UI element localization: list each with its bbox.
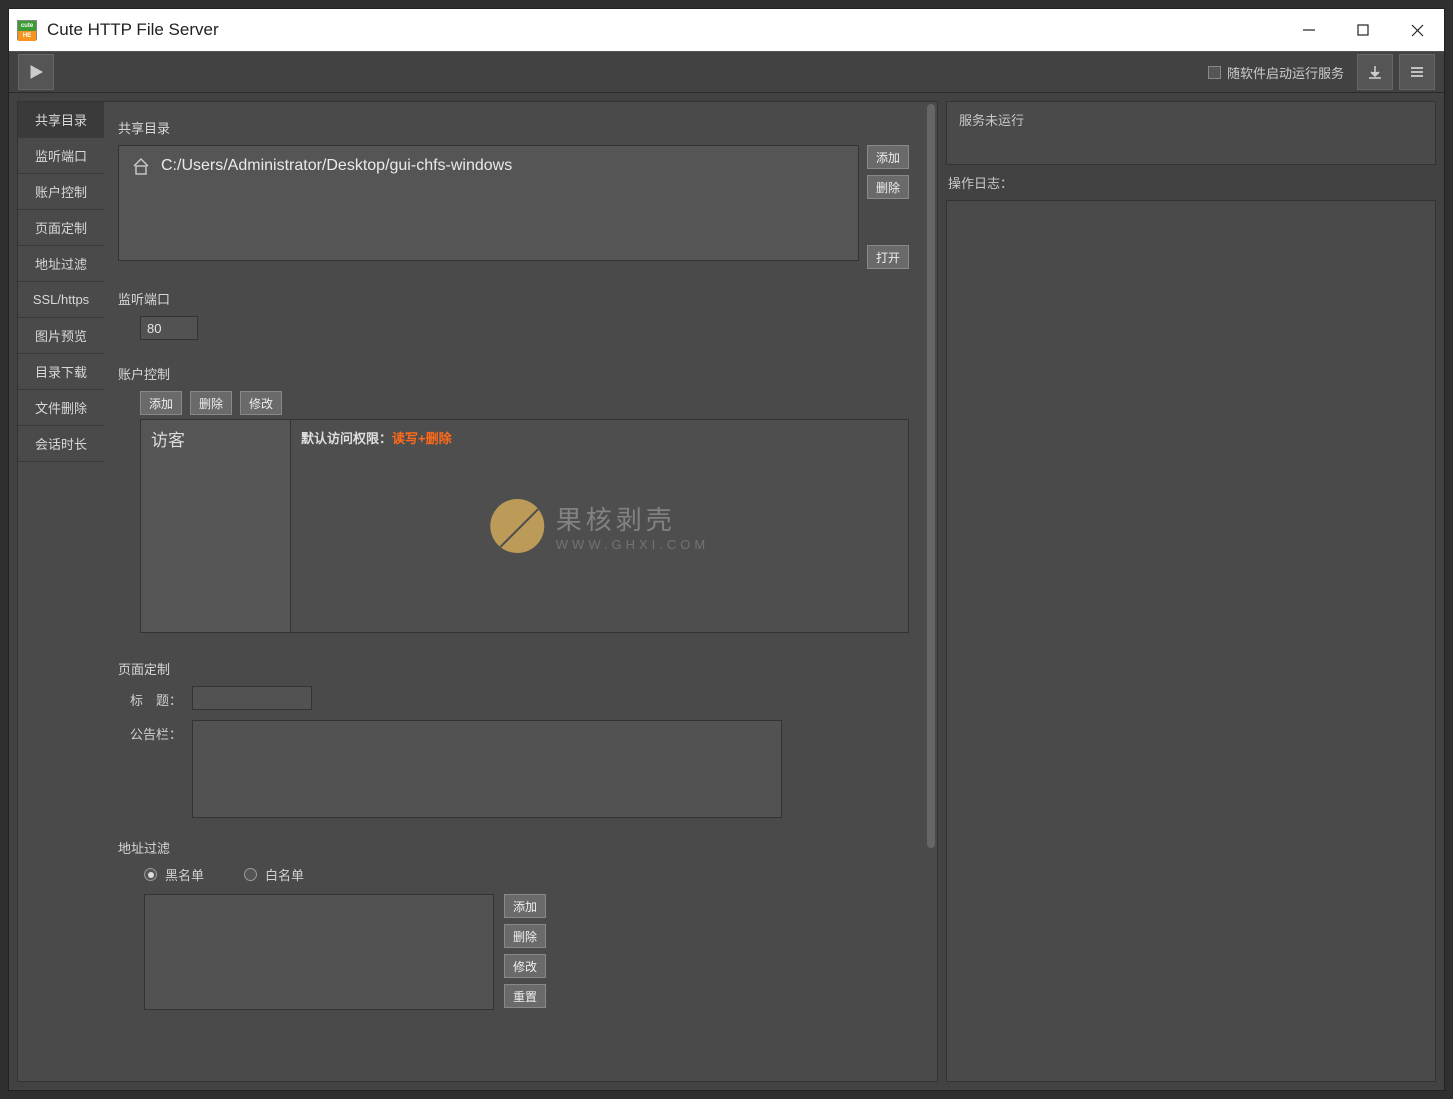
title-input[interactable] [192,686,312,710]
notice-textarea[interactable] [192,720,782,818]
account-detail: 默认访问权限：读写+删除 果核剥壳 WWW.GHXI.COM [291,420,908,632]
whitelist-label: 白名单 [265,865,304,884]
autostart-checkbox[interactable]: 随软件启动运行服务 [1208,63,1344,82]
share-dir-path: C:/Users/Administrator/Desktop/gui-chfs-… [161,157,512,175]
content-area: 共享目录 C:/Users/Administrator/Desktop/gui-… [104,102,937,1081]
maximize-button[interactable] [1336,9,1390,51]
filter-list[interactable] [144,894,494,1010]
port-input[interactable] [140,316,198,340]
filter-add-button[interactable]: 添加 [504,894,546,918]
log-box[interactable] [946,200,1436,1082]
filter-delete-button[interactable]: 删除 [504,924,546,948]
sidebar-item-image-preview[interactable]: 图片预览 [18,318,104,354]
filter-edit-button[interactable]: 修改 [504,954,546,978]
app-icon: cuteHE [17,20,37,40]
filter-reset-button[interactable]: 重置 [504,984,546,1008]
perm-value: 读写+删除 [392,431,452,446]
main-panel: 共享目录 监听端口 账户控制 页面定制 地址过滤 SSL/https 图片预览 … [17,101,938,1082]
scrollbar[interactable] [927,104,935,848]
share-dir-item[interactable]: C:/Users/Administrator/Desktop/gui-chfs-… [125,152,852,180]
status-box: 服务未运行 [946,101,1436,165]
sidebar-item-file-delete[interactable]: 文件删除 [18,390,104,426]
perm-label: 默认访问权限： [301,431,392,446]
log-label: 操作日志： [946,173,1436,192]
radio-icon [144,868,157,881]
guest-item[interactable]: 访客 [151,426,280,451]
watermark-cn: 果核剥壳 [556,500,709,537]
sidebar-item-share-dir[interactable]: 共享目录 [18,102,104,138]
title-label: 标 题： [118,686,182,709]
status-text: 服务未运行 [959,113,1024,128]
titlebar: cuteHE Cute HTTP File Server [9,9,1444,51]
account-title: 账户控制 [118,364,909,383]
account-delete-button[interactable]: 删除 [190,391,232,415]
right-panel: 服务未运行 操作日志： [946,101,1436,1082]
share-add-button[interactable]: 添加 [867,145,909,169]
radio-icon [244,868,257,881]
watermark: 果核剥壳 WWW.GHXI.COM [490,499,709,553]
play-button[interactable] [18,54,54,90]
window-title: Cute HTTP File Server [47,20,219,40]
port-title: 监听端口 [118,289,909,308]
toolbar: 随软件启动运行服务 [9,51,1444,93]
page-custom-title: 页面定制 [118,659,909,678]
account-add-button[interactable]: 添加 [140,391,182,415]
menu-button[interactable] [1399,54,1435,90]
sidebar-item-addr-filter[interactable]: 地址过滤 [18,246,104,282]
share-delete-button[interactable]: 删除 [867,175,909,199]
sidebar-item-ssl[interactable]: SSL/https [18,282,104,318]
sidebar-item-port[interactable]: 监听端口 [18,138,104,174]
minimize-button[interactable] [1282,9,1336,51]
share-open-button[interactable]: 打开 [867,245,909,269]
addr-filter-title: 地址过滤 [118,838,909,857]
watermark-en: WWW.GHXI.COM [556,537,709,552]
account-box: 访客 默认访问权限：读写+删除 果核剥壳 WWW.GHXI.COM [140,419,909,633]
autostart-label: 随软件启动运行服务 [1227,63,1344,82]
watermark-logo-icon [490,499,544,553]
notice-label: 公告栏： [118,720,182,743]
blacklist-label: 黑名单 [165,865,204,884]
sidebar-item-dir-download[interactable]: 目录下载 [18,354,104,390]
checkbox-icon [1208,66,1221,79]
account-edit-button[interactable]: 修改 [240,391,282,415]
share-dir-title: 共享目录 [118,118,909,137]
download-button[interactable] [1357,54,1393,90]
share-dir-list[interactable]: C:/Users/Administrator/Desktop/gui-chfs-… [118,145,859,261]
sidebar-item-page-custom[interactable]: 页面定制 [18,210,104,246]
sidebar-item-session[interactable]: 会话时长 [18,426,104,462]
sidebar-item-account[interactable]: 账户控制 [18,174,104,210]
account-user-list[interactable]: 访客 [141,420,291,632]
sidebar: 共享目录 监听端口 账户控制 页面定制 地址过滤 SSL/https 图片预览 … [18,102,104,1081]
whitelist-radio[interactable]: 白名单 [244,865,304,884]
close-button[interactable] [1390,9,1444,51]
home-icon [131,156,151,176]
blacklist-radio[interactable]: 黑名单 [144,865,204,884]
